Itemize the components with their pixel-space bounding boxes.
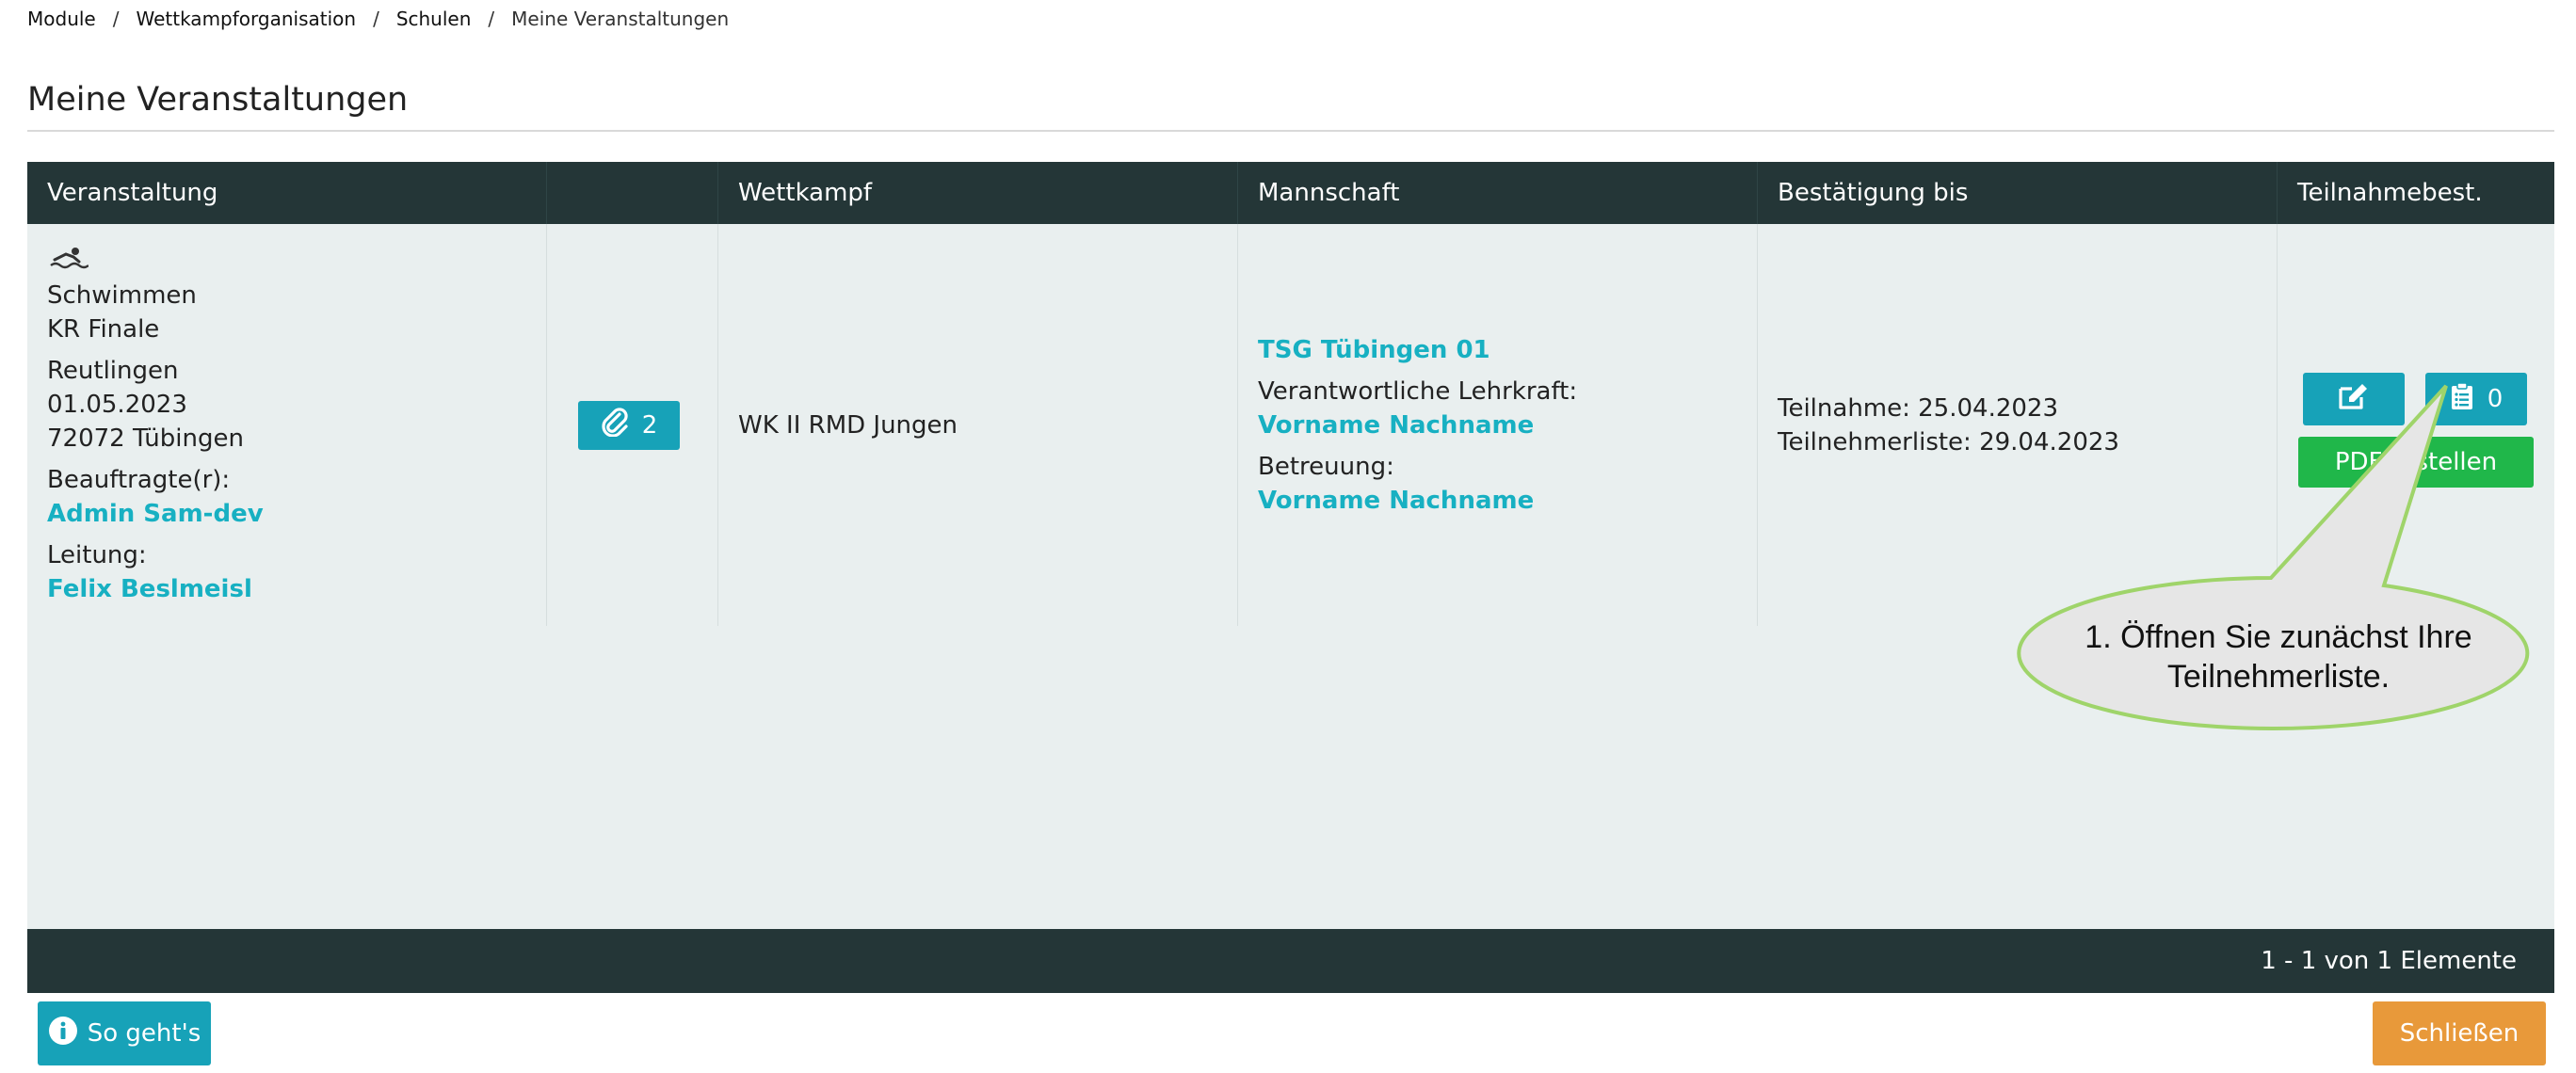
cell-attachments: 2 bbox=[547, 224, 718, 626]
pagination-info: 1 - 1 von 1 Elemente bbox=[2261, 947, 2517, 975]
event-postal-city: 72072 Tübingen bbox=[47, 424, 244, 453]
column-header-veranstaltung[interactable]: Veranstaltung bbox=[27, 162, 547, 224]
cell-mannschaft: TSG Tübingen 01 Verantwortliche Lehrkraf… bbox=[1238, 224, 1758, 626]
assignee-label: Beauftragte(r): bbox=[47, 466, 231, 494]
breadcrumb-item-module[interactable]: Module bbox=[27, 8, 96, 30]
participantlist-deadline: Teilnehmerliste: 29.04.2023 bbox=[1778, 427, 2119, 456]
table-header: Veranstaltung Wettkampf Mannschaft Bestä… bbox=[27, 162, 2554, 224]
breadcrumb-separator: / bbox=[373, 8, 379, 30]
column-header-teilnahmebest: Teilnahmebest. bbox=[2297, 179, 2483, 207]
close-button[interactable]: Schließen bbox=[2373, 1001, 2546, 1065]
info-icon bbox=[48, 1016, 78, 1052]
participation-deadline: Teilnahme: 25.04.2023 bbox=[1778, 393, 2059, 423]
help-button-label: So geht's bbox=[87, 1019, 201, 1048]
column-header-attachments bbox=[547, 162, 718, 224]
teacher-label: Verantwortliche Lehrkraft: bbox=[1258, 376, 1578, 406]
team-link[interactable]: TSG Tübingen 01 bbox=[1258, 333, 1757, 367]
swimmer-icon bbox=[47, 245, 546, 279]
cell-bestaetigung: Teilnahme: 25.04.2023 Teilnehmerliste: 2… bbox=[1758, 224, 2278, 626]
attachments-button[interactable]: 2 bbox=[578, 400, 680, 450]
edit-button[interactable] bbox=[2303, 373, 2405, 425]
callout-line-2: Teilnehmerliste. bbox=[2166, 659, 2391, 695]
breadcrumb-item-current: Meine Veranstaltungen bbox=[511, 8, 730, 30]
care-label: Betreuung: bbox=[1258, 452, 1394, 481]
teacher-link[interactable]: Vorname Nachname bbox=[1258, 408, 1757, 442]
competition-name: WK II RMD Jungen bbox=[738, 410, 958, 440]
attachments-count: 2 bbox=[641, 410, 658, 440]
event-location: Reutlingen bbox=[47, 357, 179, 385]
breadcrumb-separator: / bbox=[488, 8, 495, 30]
assignee-link[interactable]: Admin Sam-dev bbox=[47, 497, 546, 531]
callout-line-1: 1. Öffnen Sie zunächst Ihre bbox=[2085, 619, 2472, 655]
paperclip-icon bbox=[601, 407, 629, 443]
events-table: Veranstaltung Wettkampf Mannschaft Bestä… bbox=[27, 162, 2554, 993]
breadcrumb-item-schulen[interactable]: Schulen bbox=[396, 8, 472, 30]
lead-label: Leitung: bbox=[47, 541, 147, 569]
cell-veranstaltung: Schwimmen KR Finale Reutlingen 01.05.202… bbox=[27, 224, 547, 626]
column-header-bestaetigung[interactable]: Bestätigung bis bbox=[1758, 162, 2278, 224]
page-title: Meine Veranstaltungen bbox=[27, 81, 409, 119]
breadcrumb-item-wettkampforganisation[interactable]: Wettkampforganisation bbox=[136, 8, 356, 30]
participants-count: 0 bbox=[2487, 385, 2504, 413]
event-name: KR Finale bbox=[47, 315, 160, 344]
participant-list-button[interactable]: 0 bbox=[2425, 373, 2527, 425]
breadcrumb-separator: / bbox=[112, 8, 120, 30]
clipboard-list-icon bbox=[2450, 381, 2474, 418]
care-link[interactable]: Vorname Nachname bbox=[1258, 484, 1757, 518]
column-header-mannschaft[interactable]: Mannschaft bbox=[1238, 162, 1758, 224]
cell-wettkampf: WK II RMD Jungen bbox=[718, 224, 1238, 626]
help-button[interactable]: So geht's bbox=[38, 1001, 211, 1065]
cell-teilnahmebest: 0 PDF erstellen bbox=[2278, 224, 2554, 626]
title-divider bbox=[27, 130, 2554, 132]
column-header-wettkampf[interactable]: Wettkampf bbox=[718, 162, 1238, 224]
lead-link[interactable]: Felix Beslmeisl bbox=[47, 572, 546, 606]
table-row: Schwimmen KR Finale Reutlingen 01.05.202… bbox=[27, 224, 2554, 626]
edit-icon bbox=[2337, 381, 2371, 418]
callout-text: 1. Öffnen Sie zunächst Ihre Teilnehmerli… bbox=[2024, 617, 2533, 697]
table-body: Schwimmen KR Finale Reutlingen 01.05.202… bbox=[27, 224, 2554, 929]
sport-name: Schwimmen bbox=[47, 281, 197, 310]
event-date: 01.05.2023 bbox=[47, 391, 187, 419]
table-footer: 1 - 1 von 1 Elemente bbox=[27, 929, 2554, 993]
breadcrumb: Module / Wettkampforganisation / Schulen… bbox=[27, 8, 729, 30]
create-pdf-button[interactable]: PDF erstellen bbox=[2298, 437, 2534, 488]
